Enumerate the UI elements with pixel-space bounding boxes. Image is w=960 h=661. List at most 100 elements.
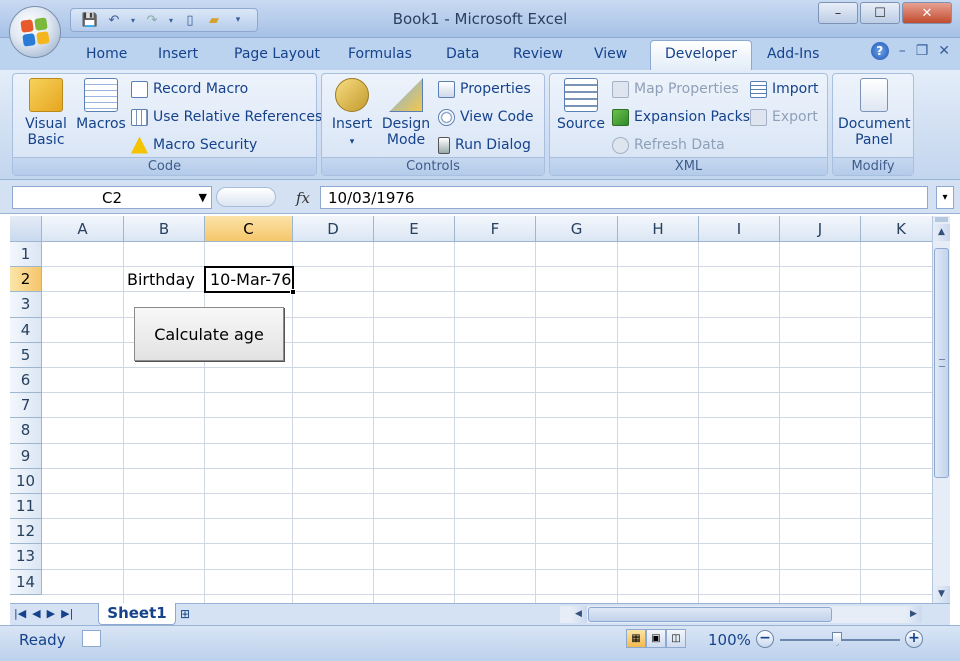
row-header-13[interactable]: 13 bbox=[10, 544, 42, 570]
formula-bar: C2 ▼ fx 10/03/1976 ▾ bbox=[0, 180, 960, 214]
scroll-right-icon[interactable]: ▶ bbox=[905, 606, 922, 623]
tab-add-ins[interactable]: Add-Ins bbox=[767, 46, 819, 62]
minimize-button[interactable]: – bbox=[818, 2, 858, 24]
formula-expand-icon[interactable]: ▾ bbox=[936, 186, 954, 209]
vertical-scrollbar[interactable]: ▲ ▼ bbox=[932, 216, 950, 603]
row-header-3[interactable]: 3 bbox=[10, 292, 42, 318]
tab-review[interactable]: Review bbox=[513, 46, 563, 62]
zoom-out-icon[interactable]: − bbox=[756, 630, 774, 648]
macro-security-button[interactable]: Macro Security bbox=[131, 134, 257, 156]
tab-view[interactable]: View bbox=[594, 46, 627, 62]
expansion-packs-button[interactable]: Expansion Packs bbox=[612, 106, 750, 128]
row-header-11[interactable]: 11 bbox=[10, 494, 42, 520]
design-mode-button[interactable]: Design Mode bbox=[378, 78, 434, 148]
tab-page-layout[interactable]: Page Layout bbox=[234, 46, 320, 62]
vertical-scroll-thumb[interactable] bbox=[934, 248, 949, 478]
close-button[interactable]: ✕ bbox=[902, 2, 952, 24]
row-header-12[interactable]: 12 bbox=[10, 519, 42, 545]
map-properties-button[interactable]: Map Properties bbox=[612, 78, 739, 100]
run-dialog-button[interactable]: Run Dialog bbox=[438, 134, 531, 156]
column-header-i[interactable]: I bbox=[699, 216, 780, 242]
insert-sheet-icon[interactable]: ⊞ bbox=[180, 607, 202, 623]
page-break-preview-icon[interactable]: ◫ bbox=[666, 629, 686, 648]
row-header-5[interactable]: 5 bbox=[10, 342, 42, 368]
macro-security-label: Macro Security bbox=[153, 137, 258, 153]
ribbon-close-icon[interactable]: ✕ bbox=[938, 43, 950, 59]
scroll-up-icon[interactable]: ▲ bbox=[933, 224, 950, 241]
next-sheet-icon[interactable]: ▶ bbox=[47, 607, 55, 620]
macro-recording-icon[interactable] bbox=[82, 630, 101, 647]
scroll-grip-icon bbox=[939, 359, 945, 367]
insert-control-button[interactable]: Insert ▾ bbox=[328, 78, 376, 150]
cell-b2[interactable]: Birthday bbox=[127, 270, 195, 289]
view-code-button[interactable]: View Code bbox=[438, 106, 534, 128]
first-sheet-icon[interactable]: |◀ bbox=[14, 607, 26, 620]
select-all-corner[interactable] bbox=[10, 216, 42, 242]
column-header-d[interactable]: D bbox=[293, 216, 374, 242]
column-header-b[interactable]: B bbox=[124, 216, 205, 242]
prev-sheet-icon[interactable]: ◀ bbox=[32, 607, 40, 620]
row-header-2[interactable]: 2 bbox=[10, 267, 42, 293]
row-header-6[interactable]: 6 bbox=[10, 368, 42, 394]
normal-view-icon[interactable]: ▦ bbox=[626, 629, 646, 648]
export-button[interactable]: Export bbox=[750, 106, 818, 128]
column-header-c[interactable]: C bbox=[205, 216, 293, 242]
formula-bar-splitter[interactable] bbox=[216, 187, 276, 207]
expansion-packs-icon bbox=[612, 108, 629, 126]
name-box-dropdown-icon[interactable]: ▼ bbox=[199, 187, 207, 209]
row-header-4[interactable]: 4 bbox=[10, 317, 42, 343]
tab-data[interactable]: Data bbox=[446, 46, 479, 62]
tab-formulas[interactable]: Formulas bbox=[348, 46, 412, 62]
import-button[interactable]: Import bbox=[750, 78, 818, 100]
ribbon-restore-icon[interactable]: ❐ bbox=[916, 43, 929, 59]
zoom-level[interactable]: 100% bbox=[708, 631, 751, 649]
record-macro-button[interactable]: Record Macro bbox=[131, 78, 248, 100]
macros-button[interactable]: Macros bbox=[75, 78, 127, 132]
cell-c2-selected[interactable]: 10-Mar-76 bbox=[204, 266, 294, 294]
scroll-left-icon[interactable]: ◀ bbox=[570, 606, 587, 623]
column-header-h[interactable]: H bbox=[618, 216, 699, 242]
ribbon-minimize-icon[interactable]: – bbox=[899, 43, 906, 59]
row-header-7[interactable]: 7 bbox=[10, 393, 42, 419]
insert-control-label: Insert bbox=[331, 116, 373, 132]
column-header-e[interactable]: E bbox=[374, 216, 455, 242]
worksheet-grid[interactable]: ABCDEFGHIJK 1 2 3 4 5 6 7 8 9 10 11 12 13 14 Birthday… bbox=[10, 216, 932, 603]
column-header-k[interactable]: K bbox=[861, 216, 932, 242]
horizontal-scrollbar[interactable]: ◀ ▶ bbox=[560, 606, 922, 623]
fill-handle[interactable] bbox=[290, 289, 296, 296]
column-header-f[interactable]: F bbox=[455, 216, 536, 242]
tab-developer[interactable]: Developer bbox=[650, 40, 753, 70]
tab-insert[interactable]: Insert bbox=[158, 46, 198, 62]
properties-button[interactable]: Properties bbox=[438, 78, 531, 100]
split-box[interactable] bbox=[935, 217, 948, 222]
page-layout-view-icon[interactable]: ▣ bbox=[646, 629, 666, 648]
formula-input[interactable]: 10/03/1976 bbox=[320, 186, 928, 209]
column-header-j[interactable]: J bbox=[780, 216, 861, 242]
horizontal-scroll-thumb[interactable] bbox=[588, 607, 832, 622]
help-icon[interactable]: ? bbox=[870, 42, 889, 60]
calculate-age-button[interactable]: Calculate age bbox=[134, 307, 284, 362]
column-header-g[interactable]: G bbox=[536, 216, 618, 242]
visual-basic-button[interactable]: Visual Basic bbox=[19, 78, 73, 148]
document-panel-button[interactable]: Document Panel bbox=[835, 78, 913, 148]
zoom-slider-thumb[interactable] bbox=[832, 632, 842, 646]
row-header-1[interactable]: 1 bbox=[10, 242, 42, 268]
column-header-a[interactable]: A bbox=[42, 216, 124, 242]
row-header-8[interactable]: 8 bbox=[10, 418, 42, 444]
scroll-down-icon[interactable]: ▼ bbox=[933, 586, 950, 603]
use-relative-references-button[interactable]: Use Relative References bbox=[131, 106, 322, 128]
maximize-button[interactable]: ☐ bbox=[860, 2, 900, 24]
tab-home[interactable]: Home bbox=[86, 46, 127, 62]
last-sheet-icon[interactable]: ▶| bbox=[61, 607, 73, 620]
gridline-vertical bbox=[617, 242, 618, 603]
zoom-in-icon[interactable]: + bbox=[905, 630, 923, 648]
row-header-9[interactable]: 9 bbox=[10, 443, 42, 469]
insert-function-icon[interactable]: fx bbox=[296, 189, 310, 207]
name-box[interactable]: C2 ▼ bbox=[12, 186, 212, 209]
sheet-tab-sheet1[interactable]: Sheet1 bbox=[98, 603, 176, 625]
row-header-14[interactable]: 14 bbox=[10, 569, 42, 595]
source-button[interactable]: Source bbox=[554, 78, 608, 132]
refresh-data-button[interactable]: Refresh Data bbox=[612, 134, 725, 156]
office-button[interactable] bbox=[9, 6, 61, 58]
row-header-10[interactable]: 10 bbox=[10, 468, 42, 494]
